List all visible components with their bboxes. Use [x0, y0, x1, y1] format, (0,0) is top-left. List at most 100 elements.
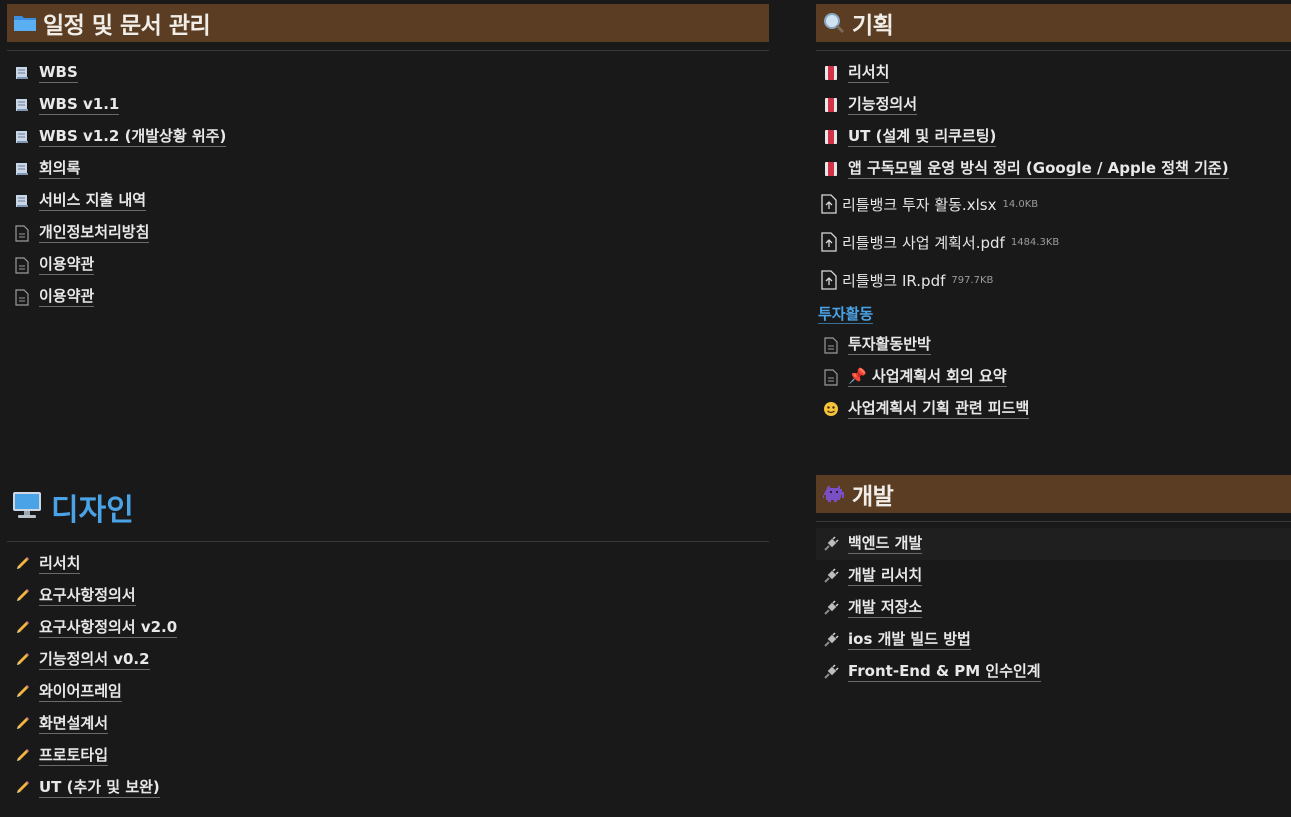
red-book-icon — [822, 96, 840, 114]
list-item[interactable]: 백엔드 개발 — [816, 528, 1291, 560]
item-label: 기능정의서 — [848, 95, 918, 115]
plug-icon — [822, 599, 840, 617]
divider — [816, 521, 1291, 522]
list-item[interactable]: WBS v1.2 (개발상황 위주) — [7, 121, 769, 153]
item-label: 백엔드 개발 — [848, 534, 923, 554]
desktop-computer-icon — [11, 489, 43, 525]
plug-icon — [822, 631, 840, 649]
item-label: 투자활동반박 — [848, 335, 931, 355]
list-item[interactable]: 이용약관 — [7, 281, 769, 313]
dev-header[interactable]: 개발 — [816, 475, 1291, 513]
item-label: 요구사항정의서 — [39, 586, 136, 606]
item-label: 요구사항정의서 v2.0 — [39, 618, 178, 638]
list-item[interactable]: UT (설계 및 리쿠르팅) — [816, 121, 1291, 153]
list-item[interactable]: ios 개발 빌드 방법 — [816, 624, 1291, 656]
item-label: 이용약관 — [39, 287, 95, 307]
list-item[interactable]: 회의록 — [7, 153, 769, 185]
plug-icon — [822, 535, 840, 553]
red-book-icon — [822, 64, 840, 82]
pencil-icon — [13, 651, 31, 669]
page-icon — [13, 256, 31, 274]
list-item[interactable]: 요구사항정의서 — [7, 580, 769, 612]
list-item[interactable]: 앱 구독모델 운영 방식 정리 (Google / Apple 정책 기준) — [816, 153, 1291, 185]
book-page-icon — [13, 128, 31, 146]
planning-section: 기획 리서치 기능정의서 UT (설계 및 리쿠르팅) 앱 구독모델 운영 방식… — [816, 4, 1291, 425]
smiley-icon — [822, 400, 840, 418]
list-item[interactable]: 이용약관 — [7, 249, 769, 281]
item-label: 개인정보처리방침 — [39, 223, 150, 243]
item-label: UT (설계 및 리쿠르팅) — [848, 127, 997, 147]
item-label: 개발 저장소 — [848, 598, 923, 618]
pencil-icon — [13, 715, 31, 733]
item-label: 기능정의서 v0.2 — [39, 650, 150, 670]
schedule-section: 일정 및 문서 관리 WBS WBS v1.1 WBS v1.2 (개발상황 위… — [7, 4, 769, 313]
page-icon — [13, 224, 31, 242]
file-upload-icon — [820, 193, 838, 215]
item-label: 앱 구독모델 운영 방식 정리 (Google / Apple 정책 기준) — [848, 159, 1229, 179]
book-page-icon — [13, 160, 31, 178]
file-size: 1484.3KB — [1010, 236, 1060, 248]
red-book-icon — [822, 128, 840, 146]
list-item[interactable]: 요구사항정의서 v2.0 — [7, 612, 769, 644]
list-item[interactable]: 개인정보처리방침 — [7, 217, 769, 249]
alien-monster-icon — [822, 482, 846, 506]
book-page-icon — [13, 192, 31, 210]
schedule-title: 일정 및 문서 관리 — [43, 13, 211, 39]
file-attachment[interactable]: 리틀뱅크 IR.pdf 797.7KB — [816, 261, 1291, 299]
item-label: WBS v1.1 — [39, 95, 120, 115]
book-page-icon — [13, 96, 31, 114]
magnifier-icon — [822, 11, 846, 35]
item-label: 와이어프레임 — [39, 682, 122, 702]
design-section: 디자인 리서치 요구사항정의서 요구사항정의서 v2.0 기능정의서 v0.2 … — [7, 484, 769, 804]
page-icon — [822, 336, 840, 354]
list-item[interactable]: 📌 사업계획서 회의 요약 — [816, 361, 1291, 393]
dev-title: 개발 — [852, 484, 894, 510]
file-attachment[interactable]: 리틀뱅크 사업 계획서.pdf 1484.3KB — [816, 223, 1291, 261]
list-item[interactable]: 와이어프레임 — [7, 676, 769, 708]
list-item[interactable]: 기능정의서 v0.2 — [7, 644, 769, 676]
item-label: WBS — [39, 63, 78, 83]
plug-icon — [822, 567, 840, 585]
file-name: 리틀뱅크 투자 활동.xlsx — [842, 195, 997, 214]
file-name: 리틀뱅크 사업 계획서.pdf — [842, 233, 1005, 252]
item-label: 사업계획서 기획 관련 피드백 — [848, 399, 1030, 419]
item-label: 회의록 — [39, 159, 81, 179]
page-icon — [822, 368, 840, 386]
pencil-icon — [13, 779, 31, 797]
list-item[interactable]: 사업계획서 기획 관련 피드백 — [816, 393, 1291, 425]
pencil-icon — [13, 619, 31, 637]
list-item[interactable]: 개발 리서치 — [816, 560, 1291, 592]
list-item[interactable]: 개발 저장소 — [816, 592, 1291, 624]
list-item[interactable]: 화면설계서 — [7, 708, 769, 740]
book-page-icon — [13, 64, 31, 82]
item-label: WBS v1.2 (개발상황 위주) — [39, 127, 227, 147]
design-header[interactable]: 디자인 — [7, 484, 769, 530]
planning-header[interactable]: 기획 — [816, 4, 1291, 42]
list-item[interactable]: Front-End & PM 인수인계 — [816, 656, 1291, 688]
item-label: Front-End & PM 인수인계 — [848, 662, 1041, 682]
item-label: 📌 사업계획서 회의 요약 — [848, 367, 1007, 387]
item-label: UT (추가 및 보완) — [39, 778, 160, 798]
list-item[interactable]: 리서치 — [7, 548, 769, 580]
planning-title: 기획 — [852, 13, 894, 39]
list-item[interactable]: WBS v1.1 — [7, 89, 769, 121]
dev-section: 개발 백엔드 개발 개발 리서치 개발 저장소 ios 개발 빌드 방법 Fro… — [816, 475, 1291, 688]
file-size: 797.7KB — [951, 274, 994, 286]
item-label: ios 개발 빌드 방법 — [848, 630, 971, 650]
folder-icon — [13, 11, 37, 35]
list-item[interactable]: 리서치 — [816, 57, 1291, 89]
list-item[interactable]: 프로토타입 — [7, 740, 769, 772]
item-label: 프로토타입 — [39, 746, 109, 766]
schedule-header[interactable]: 일정 및 문서 관리 — [7, 4, 769, 42]
list-item[interactable]: UT (추가 및 보완) — [7, 772, 769, 804]
design-title: 디자인 — [51, 493, 134, 528]
pencil-icon — [13, 747, 31, 765]
item-label: 개발 리서치 — [848, 566, 923, 586]
file-attachment[interactable]: 리틀뱅크 투자 활동.xlsx 14.0KB — [816, 185, 1291, 223]
list-item[interactable]: 투자활동반박 — [816, 329, 1291, 361]
list-item[interactable]: 서비스 지출 내역 — [7, 185, 769, 217]
list-item[interactable]: WBS — [7, 57, 769, 89]
item-label: 화면설계서 — [39, 714, 109, 734]
list-item[interactable]: 기능정의서 — [816, 89, 1291, 121]
group-title-investment[interactable]: 투자활동 — [816, 299, 1291, 329]
